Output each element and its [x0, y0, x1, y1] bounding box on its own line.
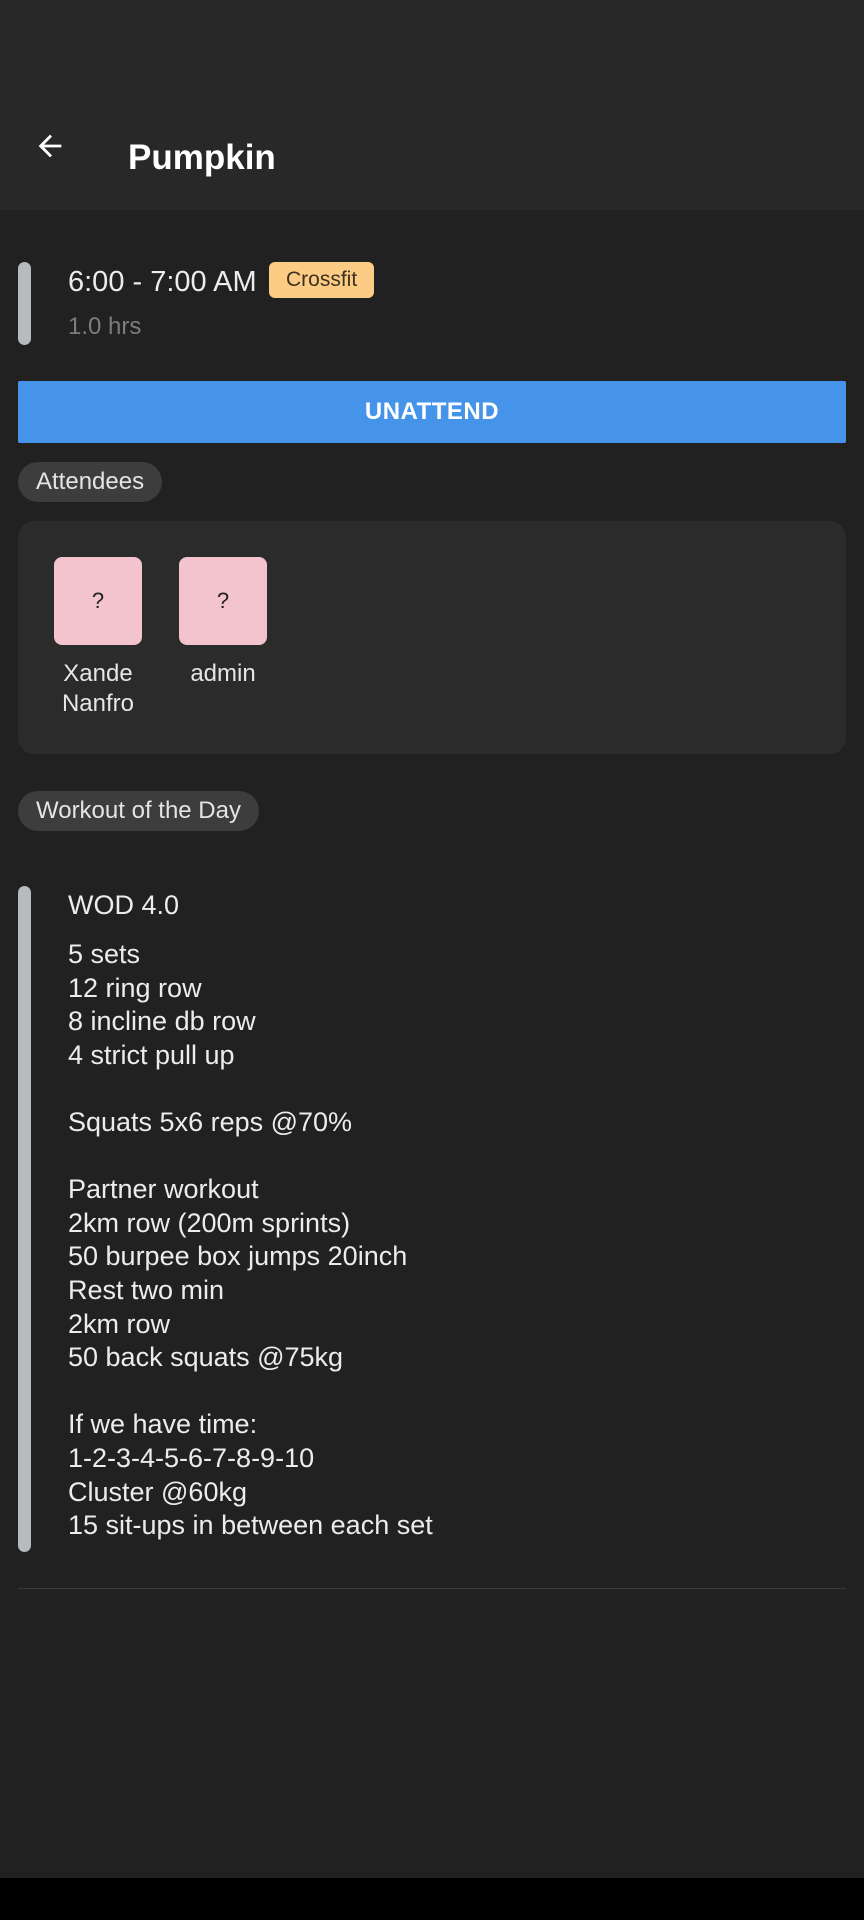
session-duration: 1.0 hrs [68, 313, 142, 340]
session-time: 6:00 - 7:00 AM [68, 266, 257, 298]
page-title: Pumpkin [128, 138, 276, 177]
wod-section-label: Workout of the Day [18, 791, 259, 831]
unattend-button[interactable]: UNATTEND [18, 381, 846, 443]
system-navigation-bar [0, 1878, 864, 1920]
class-type-badge: Crossfit [269, 262, 375, 298]
attendee-name: admin [190, 660, 256, 687]
wod-card: WOD 4.0 5 sets 12 ring row 8 incline db … [18, 886, 846, 1554]
avatar: ? [54, 557, 142, 645]
attendee-item[interactable]: ? admin [163, 557, 283, 689]
attendee-item[interactable]: ? Xande Nanfro [38, 557, 158, 719]
attendees-card: ? Xande Nanfro ? admin [18, 521, 846, 754]
attendee-name: Xande Nanfro [61, 660, 135, 717]
attendees-section-label: Attendees [18, 462, 163, 502]
session-info: 6:00 - 7:00 AM Crossfit 1.0 hrs [18, 262, 846, 346]
avatar: ? [179, 557, 267, 645]
status-bar [0, 0, 864, 90]
wod-title: WOD 4.0 [68, 890, 180, 920]
app-bar: Pumpkin [0, 90, 864, 210]
arrow-left-icon [38, 134, 62, 158]
back-button[interactable] [22, 118, 78, 174]
divider [18, 1588, 846, 1589]
wod-description: 5 sets 12 ring row 8 incline db row 4 st… [68, 939, 433, 1541]
wod-indicator-bar [18, 886, 31, 1552]
session-indicator-bar [18, 262, 31, 345]
